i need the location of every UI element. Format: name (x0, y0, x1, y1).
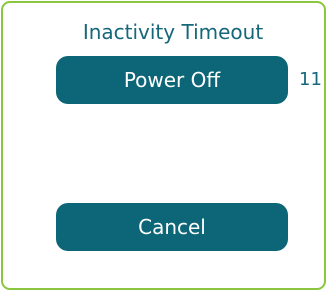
inactivity-timeout-dialog: Inactivity Timeout Power Off 11 Cancel (1, 1, 326, 290)
dialog-title: Inactivity Timeout (82, 20, 264, 44)
power-off-button[interactable]: Power Off (56, 56, 288, 104)
countdown-seconds: 11 (299, 69, 322, 90)
cancel-button[interactable]: Cancel (56, 203, 288, 251)
